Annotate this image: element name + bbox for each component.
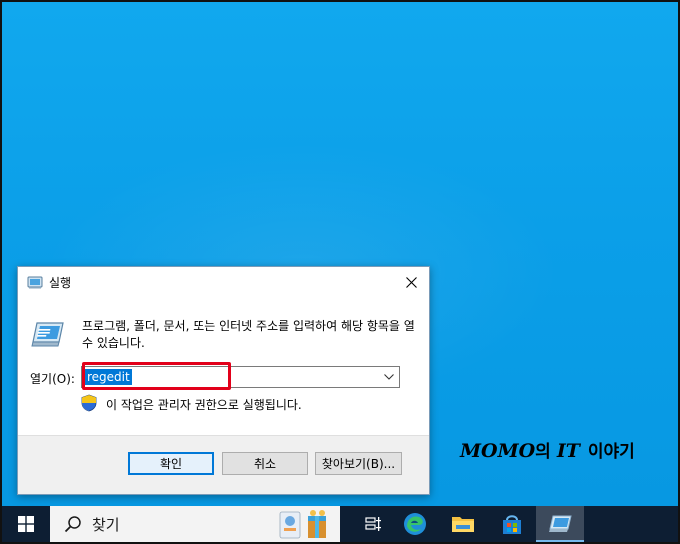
search-placeholder: 찾기 xyxy=(92,516,120,534)
folder-icon xyxy=(452,517,474,532)
store-icon xyxy=(503,515,521,534)
watermark-it: IT xyxy=(556,440,580,462)
windows-logo-icon xyxy=(18,516,34,532)
watermark: MOMO 의 IT 이야기 xyxy=(460,437,635,463)
edge-icon xyxy=(404,513,426,535)
run-icon xyxy=(31,322,64,347)
watermark-possessive: 의 xyxy=(535,442,551,462)
watermark-brand: MOMO xyxy=(460,440,536,462)
search-icon xyxy=(64,516,81,533)
chevron-down-icon xyxy=(384,374,394,380)
dialog-titlebar[interactable]: 실행 xyxy=(18,267,429,298)
combo-dropdown-button[interactable] xyxy=(379,367,399,387)
close-icon xyxy=(405,277,417,288)
cancel-button[interactable]: 취소 xyxy=(222,452,308,475)
taskbar-run[interactable] xyxy=(536,506,584,542)
watermark-story: 이야기 xyxy=(587,442,635,462)
taskbar-file-explorer[interactable] xyxy=(439,506,487,542)
uac-shield-icon xyxy=(81,394,97,412)
start-button[interactable] xyxy=(2,506,50,542)
taskbar-store[interactable] xyxy=(488,506,536,542)
taskbar-edge[interactable] xyxy=(391,506,439,542)
dialog-content: 프로그램, 폴더, 문서, 또는 인터넷 주소를 입력하여 해당 항목을 열 수… xyxy=(18,298,429,435)
dialog-title: 실행 xyxy=(49,276,72,290)
admin-privilege-note: 이 작업은 관리자 권한으로 실행됩니다. xyxy=(106,398,302,412)
search-highlight-art-icon xyxy=(279,510,326,539)
browse-button[interactable]: 찾아보기(B)... xyxy=(315,452,402,475)
taskbar-search-box[interactable]: 찾기 xyxy=(50,506,340,542)
run-dialog: 실행 프로그램, 폴더, 문서, 또는 인터넷 주소를 입력하여 해당 항목을 … xyxy=(17,266,430,495)
annotation-highlight-box xyxy=(82,362,231,390)
run-icon xyxy=(549,515,572,532)
dialog-footer: 확인 취소 찾아보기(B)... xyxy=(18,435,429,494)
dialog-description: 프로그램, 폴더, 문서, 또는 인터넷 주소를 입력하여 해당 항목을 열 수… xyxy=(82,319,415,350)
run-app-icon xyxy=(27,276,43,289)
open-label: 열기(O): xyxy=(30,372,75,386)
ok-button[interactable]: 확인 xyxy=(128,452,214,475)
task-view-icon xyxy=(365,517,381,531)
close-button[interactable] xyxy=(393,267,429,298)
taskbar: 찾기 xyxy=(2,506,678,542)
